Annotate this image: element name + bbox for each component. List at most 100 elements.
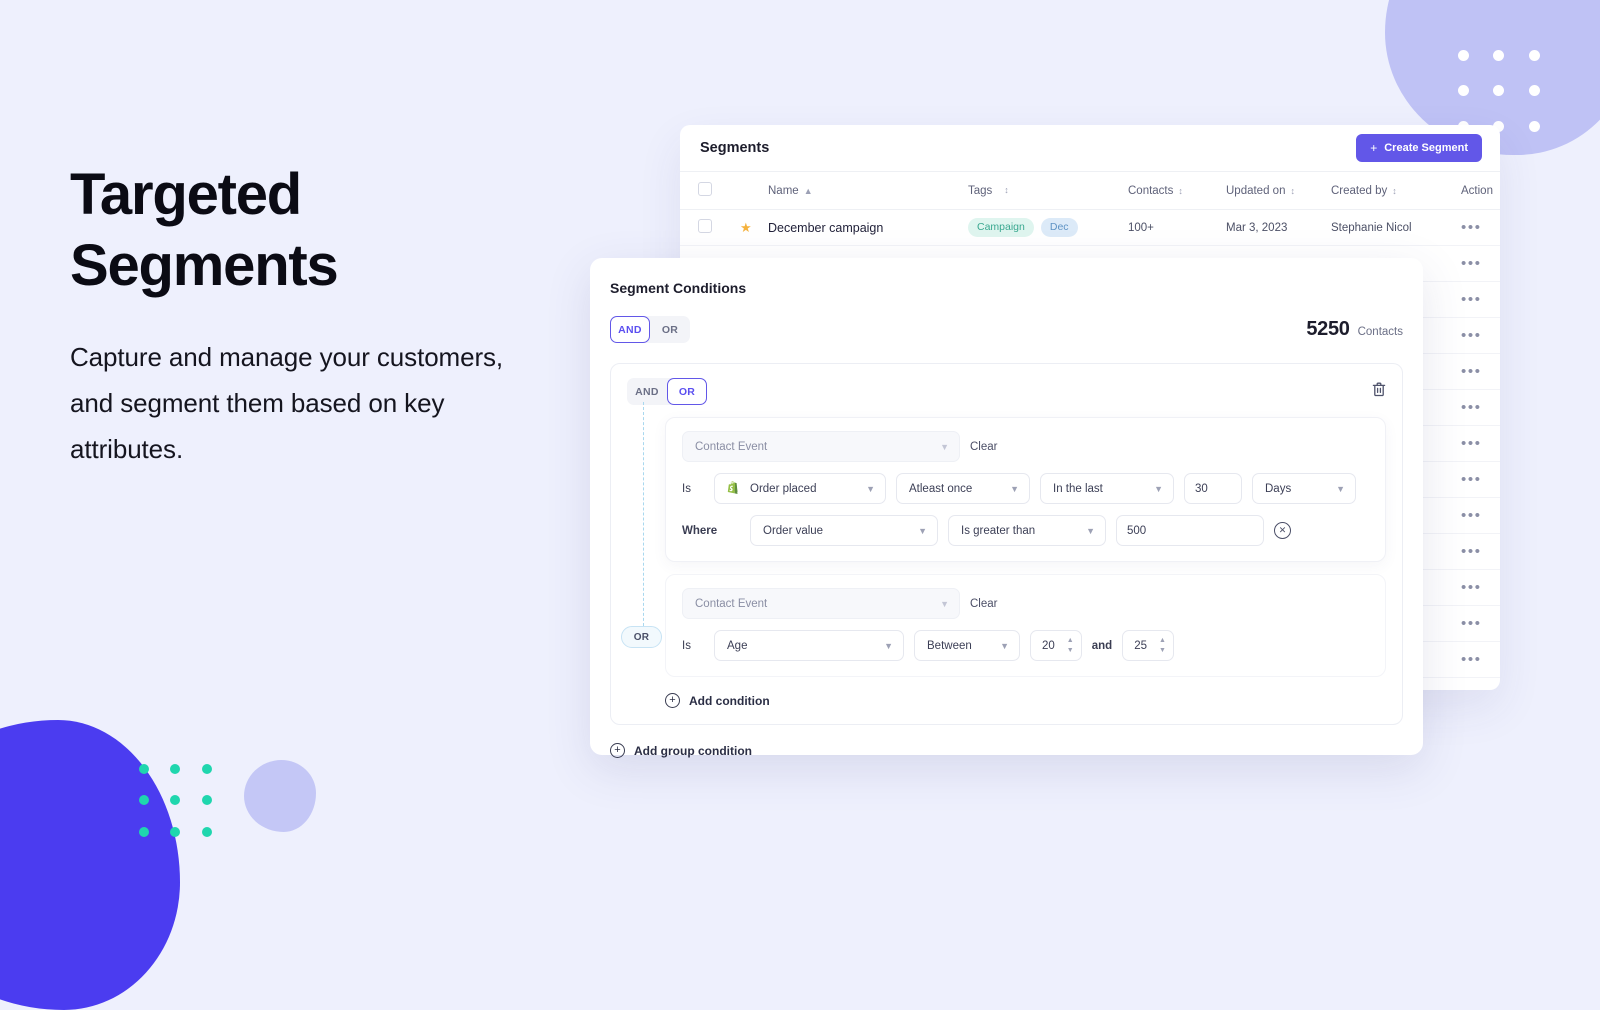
condition-1-where-field-select[interactable]: Order value ▼ [750, 515, 938, 546]
condition-2-is-label: Is [682, 639, 691, 652]
stepper-arrows[interactable]: ▲ ▼ [1159, 637, 1166, 654]
stepper-arrows[interactable]: ▲ ▼ [1067, 637, 1074, 654]
conditions-top-row: AND OR 5250 Contacts [610, 316, 1403, 343]
chevron-down-icon: ▼ [1010, 483, 1019, 494]
row-more-actions-icon[interactable]: ••• [1461, 364, 1482, 379]
sort-both-icon[interactable]: ↕ [1290, 186, 1295, 196]
row-action-cell: ••• [1461, 616, 1500, 631]
row-more-actions-icon[interactable]: ••• [1461, 688, 1482, 690]
dot [202, 763, 213, 774]
add-group-condition-label: Add group condition [634, 743, 752, 758]
dot [138, 827, 149, 838]
sort-asc-icon[interactable]: ▲ [804, 186, 813, 196]
stepper-up-icon[interactable]: ▲ [1159, 637, 1166, 644]
tag-campaign: Campaign [968, 218, 1034, 237]
group-operator-and[interactable]: AND [627, 378, 667, 405]
column-header-tags[interactable]: Tags ↕ [968, 185, 1128, 197]
create-segment-button[interactable]: + Create Segment [1356, 134, 1482, 162]
root-operator-toggle[interactable]: AND OR [610, 316, 690, 343]
condition-2-attribute-select[interactable]: Age ▼ [714, 630, 904, 661]
stepper-down-icon[interactable]: ▼ [1067, 647, 1074, 654]
row-more-actions-icon[interactable]: ••• [1461, 544, 1482, 559]
condition-2-value-to-stepper[interactable]: 25 ▲ ▼ [1122, 630, 1174, 661]
row-checkbox[interactable] [698, 219, 712, 233]
root-operator-or[interactable]: OR [650, 316, 690, 343]
circle-x-icon[interactable]: ✕ [1274, 522, 1291, 539]
decorative-circle-bottom-left [244, 760, 316, 832]
dot [1458, 50, 1470, 62]
condition-1-amount-input[interactable]: 30 [1184, 473, 1242, 504]
row-more-actions-icon[interactable]: ••• [1461, 292, 1482, 307]
row-more-actions-icon[interactable]: ••• [1461, 328, 1482, 343]
dot [1458, 85, 1470, 97]
row-more-actions-icon[interactable]: ••• [1461, 220, 1482, 235]
page-subtitle: Capture and manage your customers, and s… [70, 341, 504, 465]
group-operator-toggle[interactable]: AND OR [627, 378, 707, 405]
condition-1-is-row: Is Order placed ▼ Atleast once ▼ In the … [682, 473, 1369, 504]
condition-2-value-from-stepper[interactable]: 20 ▲ ▼ [1030, 630, 1082, 661]
row-more-actions-icon[interactable]: ••• [1461, 508, 1482, 523]
condition-2-clear-link[interactable]: Clear [970, 598, 997, 610]
chevron-down-icon: ▼ [1000, 640, 1009, 651]
root-operator-and[interactable]: AND [610, 316, 650, 343]
row-contacts: 100+ [1128, 221, 1154, 234]
row-action-cell: ••• [1461, 544, 1500, 559]
select-all-checkbox[interactable] [698, 182, 712, 196]
condition-card-1: Contact Event ▼ Clear Is Order placed ▼ … [665, 417, 1386, 562]
row-more-actions-icon[interactable]: ••• [1461, 616, 1482, 631]
chevron-down-icon: ▼ [1086, 525, 1095, 536]
row-more-actions-icon[interactable]: ••• [1461, 436, 1482, 451]
column-header-name[interactable]: Name ▲ [768, 185, 968, 197]
dot [1528, 85, 1540, 97]
add-condition-button[interactable]: + Add condition [665, 693, 1386, 708]
dot [170, 763, 181, 774]
trash-icon[interactable] [1372, 382, 1386, 402]
favorite-star-icon[interactable]: ★ [740, 220, 768, 236]
stepper-up-icon[interactable]: ▲ [1067, 637, 1074, 644]
page-title: Targeted Segments [70, 162, 339, 298]
connector-or-badge: OR [621, 626, 662, 648]
condition-1-event-select[interactable]: Order placed ▼ [714, 473, 886, 504]
condition-1-unit-select[interactable]: Days ▼ [1252, 473, 1356, 504]
row-more-actions-icon[interactable]: ••• [1461, 472, 1482, 487]
condition-1-event-value: Order placed [750, 482, 817, 495]
column-header-contacts-label: Contacts [1128, 184, 1174, 197]
condition-2-source-select[interactable]: Contact Event ▼ [682, 588, 960, 619]
row-more-actions-icon[interactable]: ••• [1461, 652, 1482, 667]
column-header-created-by[interactable]: Created by ↕ [1331, 185, 1461, 197]
dot [1493, 50, 1505, 62]
chevron-down-icon: ▼ [918, 525, 927, 536]
condition-1-clear-link[interactable]: Clear [970, 441, 997, 453]
sort-both-icon[interactable]: ↕ [1004, 185, 1009, 197]
condition-1-where-label: Where [682, 524, 718, 537]
shopify-icon [727, 481, 738, 494]
condition-1-source-row: Contact Event ▼ Clear [682, 431, 1369, 462]
contacts-count-label: Contacts [1357, 326, 1403, 338]
sort-both-icon[interactable]: ↕ [1392, 186, 1397, 196]
row-more-actions-icon[interactable]: ••• [1461, 580, 1482, 595]
condition-group: AND OR OR Contact Event ▼ Clear Is Order… [610, 363, 1403, 725]
column-header-contacts[interactable]: Contacts ↕ [1128, 185, 1226, 197]
segment-conditions-panel: Segment Conditions AND OR 5250 Contacts … [590, 258, 1423, 758]
condition-1-timeframe-select[interactable]: In the last ▼ [1040, 473, 1174, 504]
condition-1-where-operator-select[interactable]: Is greater than ▼ [948, 515, 1106, 546]
row-more-actions-icon[interactable]: ••• [1461, 256, 1482, 271]
stepper-down-icon[interactable]: ▼ [1159, 647, 1166, 654]
condition-1-where-value: 500 [1127, 524, 1147, 537]
condition-1-source-select[interactable]: Contact Event ▼ [682, 431, 960, 462]
sort-both-icon[interactable]: ↕ [1178, 186, 1183, 196]
condition-1-where-value-input[interactable]: 500 [1116, 515, 1264, 546]
dot [170, 827, 181, 838]
add-group-condition-button[interactable]: + Add group condition [610, 743, 1403, 758]
chevron-down-icon: ▼ [940, 598, 949, 609]
row-name: December campaign [768, 220, 884, 235]
table-row[interactable]: ★ December campaign Campaign Dec 100+ Ma… [680, 210, 1500, 246]
condition-1-frequency-select[interactable]: Atleast once ▼ [896, 473, 1030, 504]
condition-1-where-operator-value: Is greater than [961, 524, 1036, 537]
condition-1-is-label: Is [682, 482, 691, 495]
condition-2-value-to: 25 [1134, 639, 1147, 652]
column-header-updated-on[interactable]: Updated on ↕ [1226, 185, 1331, 197]
row-more-actions-icon[interactable]: ••• [1461, 400, 1482, 415]
group-operator-or[interactable]: OR [667, 378, 707, 405]
condition-2-operator-select[interactable]: Between ▼ [914, 630, 1020, 661]
